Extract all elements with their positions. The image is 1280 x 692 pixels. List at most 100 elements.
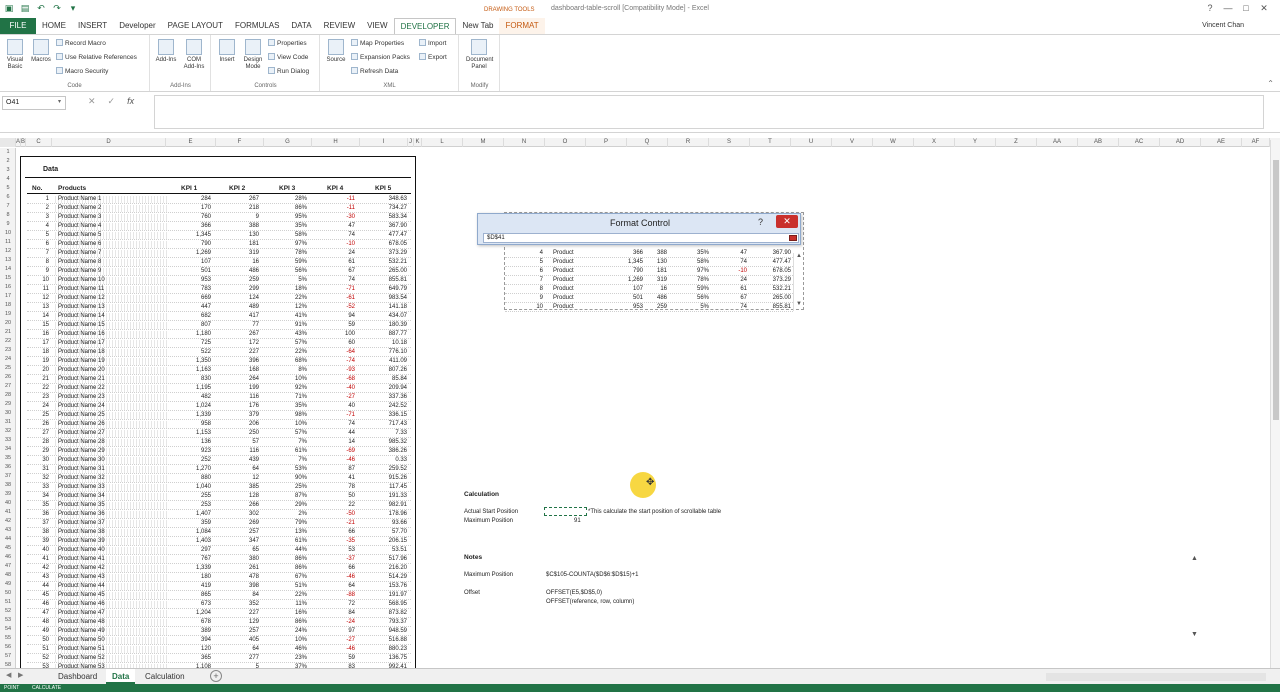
dialog-help-button[interactable]: ?	[758, 217, 763, 227]
customize-qat-icon[interactable]: ▾	[68, 3, 78, 13]
sheet-tab-calculation[interactable]: Calculation	[139, 669, 191, 684]
cell-kpi2[interactable]: 57	[217, 438, 259, 447]
cell-kpi3[interactable]: 16%	[265, 609, 307, 618]
cell-kpi4[interactable]: -52	[313, 303, 355, 312]
cell-kpi1[interactable]: 1,345	[169, 231, 211, 240]
column-header[interactable]: K	[414, 138, 422, 147]
cell-kpi3[interactable]: 86%	[265, 555, 307, 564]
cell-kpi3[interactable]: 22%	[265, 294, 307, 303]
row-header[interactable]: 21	[0, 328, 16, 337]
column-header[interactable]: M	[463, 138, 504, 147]
expansion-packs-button[interactable]: Expansion Packs	[351, 53, 410, 61]
row-header[interactable]: 56	[0, 643, 16, 652]
cell-product[interactable]: Product Name 2	[58, 204, 168, 213]
cell-no[interactable]: 8	[27, 258, 49, 267]
cell-kpi4[interactable]: -50	[313, 510, 355, 519]
cell-kpi2[interactable]: 259	[217, 276, 259, 285]
cell-no[interactable]: 24	[27, 402, 49, 411]
cell-kpi3[interactable]: 35%	[265, 402, 307, 411]
cell-kpi5[interactable]: 7.33	[361, 429, 407, 438]
cell-kpi2[interactable]: 227	[217, 609, 259, 618]
cell-no[interactable]: 21	[27, 375, 49, 384]
cell-kpi4[interactable]: -27	[313, 636, 355, 645]
cell-kpi4[interactable]: 40	[313, 402, 355, 411]
cell-kpi2[interactable]: 16	[217, 258, 259, 267]
column-header[interactable]: X	[914, 138, 955, 147]
cell-kpi4[interactable]: -61	[313, 294, 355, 303]
cell-kpi1[interactable]: 394	[169, 636, 211, 645]
column-header[interactable]: AF	[1242, 138, 1270, 147]
tab-new-tab[interactable]: New Tab	[456, 18, 499, 34]
cell-kpi5[interactable]: 57.70	[361, 528, 407, 537]
cell-kpi5[interactable]: 807.26	[361, 366, 407, 375]
cell-kpi4[interactable]: -21	[313, 519, 355, 528]
cell-kpi4[interactable]: 59	[313, 321, 355, 330]
cell-kpi4[interactable]: -69	[313, 447, 355, 456]
cell-product[interactable]: Product Name 21	[58, 375, 168, 384]
cell-kpi5[interactable]: 915.26	[361, 474, 407, 483]
cell-product[interactable]: Product Name 7	[58, 249, 168, 258]
cell-kpi3[interactable]: 92%	[265, 384, 307, 393]
column-header[interactable]: W	[873, 138, 914, 147]
cell-no[interactable]: 52	[27, 654, 49, 663]
column-header[interactable]: O	[545, 138, 586, 147]
cell-kpi1[interactable]: 255	[169, 492, 211, 501]
row-header[interactable]: 15	[0, 274, 16, 283]
cell-kpi2[interactable]: 385	[217, 483, 259, 492]
cell-kpi1[interactable]: 120	[169, 645, 211, 654]
cell-kpi1[interactable]: 1,163	[169, 366, 211, 375]
row-header[interactable]: 25	[0, 364, 16, 373]
vertical-scroll-thumb[interactable]	[1273, 160, 1279, 420]
row-header[interactable]: 46	[0, 553, 16, 562]
cell-kpi5[interactable]: 336.15	[361, 411, 407, 420]
cell-kpi2[interactable]: 65	[217, 546, 259, 555]
cell-kpi1[interactable]: 136	[169, 438, 211, 447]
cell-kpi3[interactable]: 46%	[265, 645, 307, 654]
cell-kpi5[interactable]: 386.26	[361, 447, 407, 456]
column-header[interactable]: T	[750, 138, 791, 147]
row-header[interactable]: 12	[0, 247, 16, 256]
cell-kpi4[interactable]: -93	[313, 366, 355, 375]
cell-kpi1[interactable]: 1,350	[169, 357, 211, 366]
cell-kpi2[interactable]: 380	[217, 555, 259, 564]
cell-kpi5[interactable]: 373.29	[361, 249, 407, 258]
cell-kpi3[interactable]: 22%	[265, 591, 307, 600]
cell-kpi4[interactable]: 64	[313, 582, 355, 591]
column-header[interactable]: L	[422, 138, 463, 147]
cell-kpi1[interactable]: 522	[169, 348, 211, 357]
cell-product[interactable]: Product Name 16	[58, 330, 168, 339]
cell-link-input[interactable]: $D$41	[483, 233, 799, 243]
row-header[interactable]: 16	[0, 283, 16, 292]
cell-kpi4[interactable]: -46	[313, 573, 355, 582]
cell-kpi4[interactable]: -40	[313, 384, 355, 393]
tab-file[interactable]: FILE	[0, 18, 36, 34]
cell-kpi5[interactable]: 337.36	[361, 393, 407, 402]
cell-kpi5[interactable]: 649.79	[361, 285, 407, 294]
tab-page-layout[interactable]: PAGE LAYOUT	[162, 18, 229, 34]
cell-kpi5[interactable]: 532.21	[361, 258, 407, 267]
cell-kpi5[interactable]: 568.95	[361, 600, 407, 609]
cell-no[interactable]: 42	[27, 564, 49, 573]
run-dialog-button[interactable]: Run Dialog	[268, 67, 309, 75]
column-header[interactable]: P	[586, 138, 627, 147]
cell-kpi2[interactable]: 116	[217, 393, 259, 402]
cell-kpi2[interactable]: 128	[217, 492, 259, 501]
close-button[interactable]: ✕	[1258, 3, 1270, 13]
cell-kpi1[interactable]: 419	[169, 582, 211, 591]
cell-kpi3[interactable]: 18%	[265, 285, 307, 294]
cell-kpi4[interactable]: 74	[313, 276, 355, 285]
cell-product[interactable]: Product Name 30	[58, 456, 168, 465]
cell-kpi2[interactable]: 218	[217, 204, 259, 213]
row-header[interactable]: 29	[0, 400, 16, 409]
cell-kpi3[interactable]: 61%	[265, 447, 307, 456]
row-header[interactable]: 23	[0, 346, 16, 355]
cell-product[interactable]: Product Name 19	[58, 357, 168, 366]
cell-product[interactable]: Product Name 39	[58, 537, 168, 546]
cell-kpi4[interactable]: 66	[313, 528, 355, 537]
cell-kpi3[interactable]: 71%	[265, 393, 307, 402]
column-header[interactable]: F	[216, 138, 264, 147]
cell-kpi3[interactable]: 10%	[265, 375, 307, 384]
cell-kpi4[interactable]: 94	[313, 312, 355, 321]
cell-kpi2[interactable]: 439	[217, 456, 259, 465]
row-header[interactable]: 6	[0, 193, 16, 202]
